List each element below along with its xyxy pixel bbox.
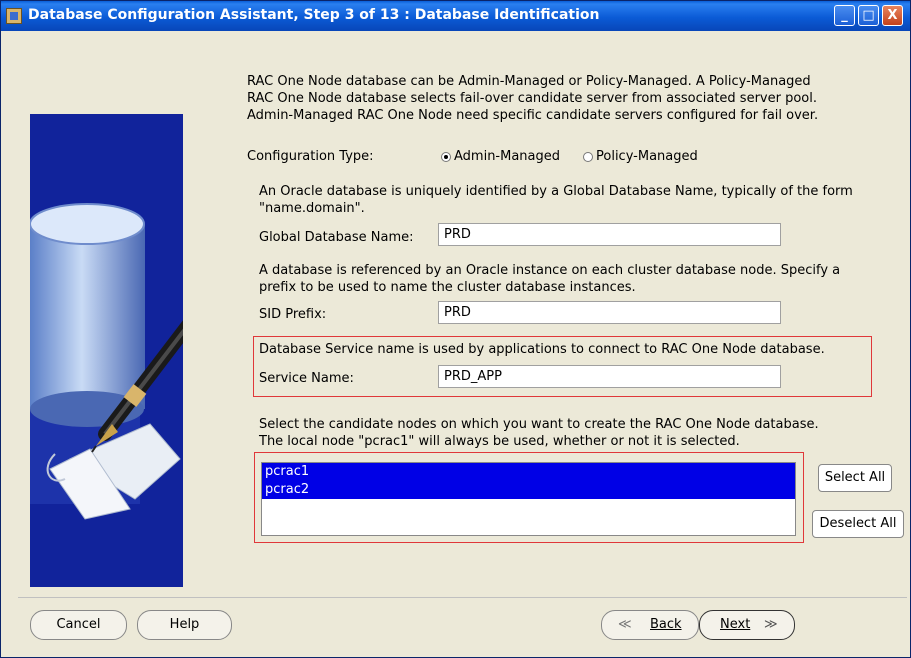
next-button[interactable]: Next ≫ bbox=[699, 610, 795, 640]
sid-desc-2: prefix to be used to name the cluster da… bbox=[259, 280, 636, 295]
service-name-input[interactable]: PRD_APP bbox=[438, 365, 781, 388]
intro-line-2: RAC One Node database selects fail-over … bbox=[247, 91, 817, 106]
next-arrow-icon: ≫ bbox=[764, 617, 778, 632]
cancel-button[interactable]: Cancel bbox=[30, 610, 127, 640]
window-title: Database Configuration Assistant, Step 3… bbox=[28, 7, 600, 23]
service-name-label: Service Name: bbox=[259, 371, 354, 386]
config-type-label: Configuration Type: bbox=[247, 149, 374, 164]
intro-line-1: RAC One Node database can be Admin-Manag… bbox=[247, 74, 811, 89]
admin-managed-radio[interactable]: Admin-Managed bbox=[441, 149, 560, 164]
nodes-desc-2: The local node "pcrac1" will always be u… bbox=[259, 434, 740, 449]
sid-prefix-input[interactable]: PRD bbox=[438, 301, 781, 324]
list-item[interactable]: pcrac2 bbox=[262, 481, 795, 499]
close-button[interactable]: X bbox=[882, 5, 903, 26]
title-bar[interactable]: Database Configuration Assistant, Step 3… bbox=[1, 1, 910, 31]
global-db-name-input[interactable]: PRD bbox=[438, 223, 781, 246]
sid-prefix-label: SID Prefix: bbox=[259, 307, 327, 322]
database-pen-illustration bbox=[30, 114, 183, 587]
back-arrow-icon: ≪ bbox=[618, 617, 632, 632]
intro-line-3: Admin-Managed RAC One Node need specific… bbox=[247, 108, 819, 123]
select-all-button[interactable]: Select All bbox=[818, 464, 892, 492]
candidate-nodes-list[interactable]: pcrac1 pcrac2 bbox=[261, 462, 796, 536]
sid-desc-1: A database is referenced by an Oracle in… bbox=[259, 263, 841, 278]
maximize-button[interactable]: □ bbox=[858, 5, 879, 26]
minimize-button[interactable]: _ bbox=[834, 5, 855, 26]
radio-selected-icon bbox=[441, 151, 451, 162]
service-desc: Database Service name is used by applica… bbox=[259, 342, 825, 357]
nodes-desc-1: Select the candidate nodes on which you … bbox=[259, 417, 819, 432]
back-button[interactable]: ≪ Back bbox=[601, 610, 699, 640]
global-db-desc-2: "name.domain". bbox=[259, 201, 365, 216]
wizard-graphic bbox=[30, 114, 183, 587]
next-label: Next bbox=[720, 617, 751, 632]
global-db-label: Global Database Name: bbox=[259, 230, 414, 245]
back-label: Back bbox=[650, 617, 682, 632]
list-item[interactable]: pcrac1 bbox=[262, 463, 795, 481]
app-icon bbox=[6, 8, 22, 24]
global-db-desc-1: An Oracle database is uniquely identifie… bbox=[259, 184, 853, 199]
dbca-window: Database Configuration Assistant, Step 3… bbox=[0, 0, 911, 658]
help-button[interactable]: Help bbox=[137, 610, 232, 640]
deselect-all-button[interactable]: Deselect All bbox=[812, 510, 904, 538]
policy-managed-label: Policy-Managed bbox=[596, 149, 698, 164]
admin-managed-label: Admin-Managed bbox=[454, 149, 561, 164]
footer-divider bbox=[18, 597, 907, 598]
policy-managed-radio[interactable]: Policy-Managed bbox=[583, 149, 698, 164]
radio-unselected-icon bbox=[583, 151, 593, 162]
